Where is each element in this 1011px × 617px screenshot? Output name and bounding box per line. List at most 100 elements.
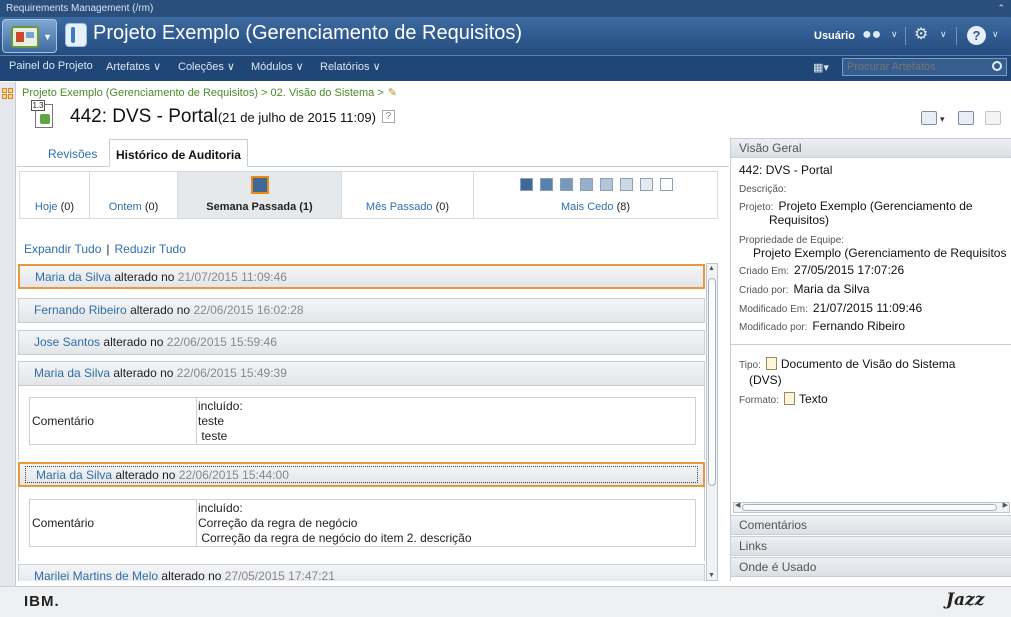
audit-entry[interactable]: Fernando Ribeiro alterado no 22/06/2015 …: [18, 298, 705, 323]
created-row: Criado Em: 27/05/2015 17:07:26: [739, 263, 904, 277]
main-nav: Painel do Projeto Artefatos ∨ Coleções ∨…: [0, 55, 1011, 81]
users-menu-chevron-icon[interactable]: ∨: [891, 29, 898, 40]
filter-mais-cedo-label[interactable]: Mais Cedo: [561, 201, 614, 213]
collapse-all-link[interactable]: Reduzir Tudo: [115, 242, 186, 256]
gear-icon[interactable]: ⚙: [914, 26, 928, 44]
period-square: [540, 178, 553, 191]
audit-user[interactable]: Jose Santos: [34, 335, 100, 349]
collapse-header-icon[interactable]: ⌃: [997, 0, 1005, 17]
type-label: Tipo:: [739, 360, 761, 371]
scrollbar-thumb[interactable]: [708, 278, 716, 486]
tab-historico-de-auditoria[interactable]: Histórico de Auditoria: [109, 139, 248, 167]
window-title-bar: Requirements Management (/rm) ⌃: [0, 0, 1011, 17]
breadcrumb[interactable]: Projeto Exemplo (Gerenciamento de Requis…: [22, 86, 397, 99]
change-value-detail: Correção da regra de negócio do item 2. …: [198, 531, 472, 545]
artifact-date: (21 de julho de 2015 11:09): [217, 110, 376, 125]
audit-entry[interactable]: Jose Santos alterado no 22/06/2015 15:59…: [18, 330, 705, 355]
settings-menu-chevron-icon[interactable]: ∨: [940, 29, 947, 40]
audit-entry[interactable]: Maria da Silva alterado no 22/06/2015 15…: [18, 361, 705, 386]
filter-mais-cedo[interactable]: Mais Cedo (8): [474, 172, 717, 218]
scroll-left-icon[interactable]: ◀: [735, 501, 740, 509]
nav-painel-do-projeto[interactable]: Painel do Projeto: [9, 60, 93, 72]
change-table: Comentário incluído: teste teste: [29, 397, 696, 445]
project-title[interactable]: Projeto Exemplo (Gerenciamento de Requis…: [93, 22, 522, 45]
app-header: ▼ Projeto Exemplo (Gerenciamento de Requ…: [0, 17, 1011, 55]
created-by-label: Criado por:: [739, 285, 789, 296]
overview-horizontal-scrollbar[interactable]: ◀ ▶: [733, 502, 1010, 513]
filter-semana-passada-label[interactable]: Semana Passada: [206, 201, 296, 213]
header-divider: [905, 27, 906, 45]
actions-chevron-icon[interactable]: ▾: [940, 114, 945, 125]
links-section-header[interactable]: Links: [731, 536, 1011, 556]
actions-menu-icon[interactable]: [921, 111, 937, 125]
nav-modulos[interactable]: Módulos ∨: [251, 60, 304, 73]
audit-entry-details: Comentário incluído: teste teste: [18, 386, 705, 460]
share-link-icon[interactable]: [958, 111, 974, 125]
search-icon[interactable]: [992, 61, 1002, 71]
overview-header[interactable]: Visão Geral: [731, 138, 1011, 158]
open-new-window-icon[interactable]: [985, 111, 1001, 125]
text-format-icon: [784, 392, 796, 405]
audit-entry[interactable]: Marilei Martins de Melo alterado no 27/0…: [18, 564, 705, 581]
audit-user[interactable]: Maria da Silva: [35, 270, 111, 284]
type-value-line2: (DVS): [749, 373, 782, 387]
modified-by-row: Modificado por: Fernando Ribeiro: [739, 319, 905, 333]
filter-semana-passada[interactable]: Semana Passada (1): [178, 172, 342, 218]
scroll-up-icon[interactable]: ▲: [708, 265, 715, 272]
help-icon[interactable]: ?: [967, 26, 986, 45]
user-menu-label[interactable]: Usuário: [814, 30, 855, 42]
change-field-name: Comentário: [32, 414, 95, 428]
audit-entry[interactable]: Maria da Silva alterado no 22/06/2015 15…: [18, 462, 705, 487]
help-question-icon[interactable]: ?: [381, 110, 395, 123]
expand-all-link[interactable]: Expandir Tudo: [24, 242, 101, 256]
search-input[interactable]: [842, 58, 1007, 76]
search-scope-icon[interactable]: ▦▾: [813, 61, 829, 74]
modified-label: Modificado Em:: [739, 304, 808, 315]
home-icon: [11, 26, 39, 48]
audit-verb: alterado no: [103, 335, 164, 349]
change-action: incluído:: [198, 501, 243, 515]
scroll-down-icon[interactable]: ▼: [708, 572, 715, 579]
filter-mes-passado-label[interactable]: Mês Passado: [366, 201, 433, 213]
project-row: Projeto: Projeto Exemplo (Gerenciamento d…: [739, 199, 973, 213]
selected-period-marker: [251, 176, 269, 194]
description-label: Descrição:: [739, 184, 787, 195]
left-sidebar: [0, 82, 16, 586]
nav-artefatos[interactable]: Artefatos ∨: [106, 60, 161, 73]
audit-list-scrollbar[interactable]: ▲ ▼: [706, 263, 718, 581]
change-table: Comentário incluído: Correção da regra d…: [29, 499, 696, 547]
home-menu-button[interactable]: ▼: [2, 19, 57, 53]
audit-user[interactable]: Marilei Martins de Melo: [34, 569, 158, 581]
time-filter-bar: Hoje (0) Ontem (0) Semana Passada (1) Mê…: [19, 171, 718, 219]
nav-colecoes[interactable]: Coleções ∨: [178, 60, 235, 73]
breadcrumb-path[interactable]: Projeto Exemplo (Gerenciamento de Requis…: [22, 87, 384, 99]
where-used-section-header[interactable]: Onde é Usado: [731, 557, 1011, 577]
audit-user[interactable]: Fernando Ribeiro: [34, 303, 127, 317]
filter-hoje[interactable]: Hoje (0): [20, 172, 90, 218]
period-square: [620, 178, 633, 191]
audit-timestamp: 22/06/2015 15:59:46: [166, 335, 277, 349]
filter-ontem-label[interactable]: Ontem: [109, 201, 142, 213]
chevron-down-icon: ▼: [43, 32, 52, 42]
audit-entry-details: Comentário incluído: Correção da regra d…: [18, 487, 705, 561]
mini-dashboard-icon[interactable]: [2, 88, 14, 100]
tab-revisoes[interactable]: Revisões: [42, 139, 103, 167]
audit-user[interactable]: Maria da Silva: [34, 366, 110, 380]
project-value: Projeto Exemplo (Gerenciamento de: [778, 199, 973, 213]
filter-hoje-label[interactable]: Hoje: [35, 201, 58, 213]
period-square: [520, 178, 533, 191]
help-menu-chevron-icon[interactable]: ∨: [992, 29, 999, 40]
edit-pencil-icon[interactable]: ✎: [388, 87, 397, 99]
audit-timestamp: 21/07/2015 11:09:46: [177, 270, 287, 284]
period-square: [600, 178, 613, 191]
filter-mes-passado[interactable]: Mês Passado (0): [342, 172, 474, 218]
users-icon[interactable]: ●●: [862, 26, 881, 44]
format-row: Formato: Texto: [739, 392, 828, 406]
filter-ontem[interactable]: Ontem (0): [90, 172, 178, 218]
comments-section-header[interactable]: Comentários: [731, 515, 1011, 535]
scroll-right-icon[interactable]: ▶: [1003, 501, 1008, 509]
team-value: Projeto Exemplo (Gerenciamento de Requis…: [753, 246, 1007, 260]
scrollbar-thumb[interactable]: [742, 504, 997, 511]
audit-entry[interactable]: Maria da Silva alterado no 21/07/2015 11…: [18, 264, 705, 289]
nav-relatorios[interactable]: Relatórios ∨: [320, 60, 381, 73]
